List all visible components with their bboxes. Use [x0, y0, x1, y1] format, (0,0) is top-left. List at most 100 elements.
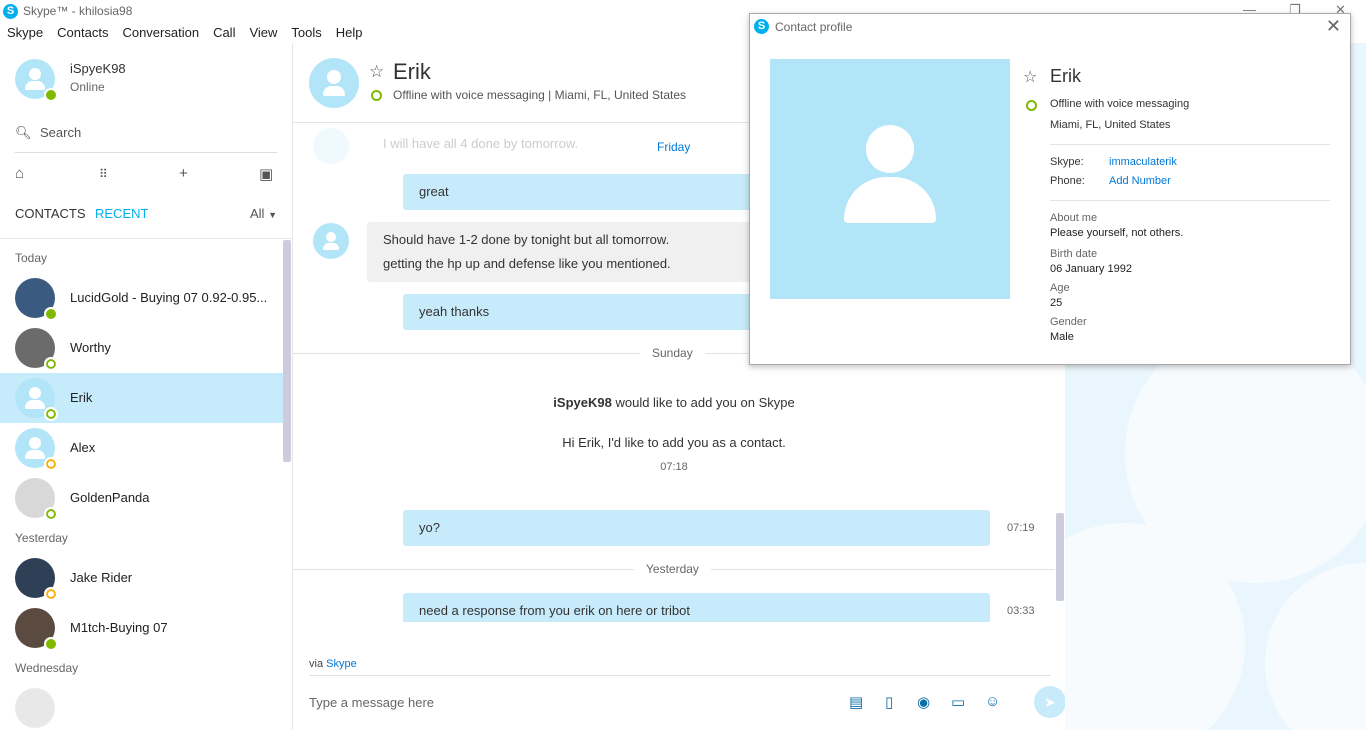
- contact-name: Worthy: [70, 340, 111, 355]
- filter-dropdown[interactable]: All ▼: [250, 206, 277, 221]
- message-composer: Type a message here ▤ ▯ ◉ ▭ ☺ ➤: [309, 675, 1066, 725]
- left-panel: iSpyeK98 Online 🔍︎ Search ⌂ ⠿ + ▣ CONTAC…: [0, 43, 293, 730]
- offline-status-icon: [371, 90, 382, 101]
- contact-avatar[interactable]: [309, 58, 359, 108]
- message-input[interactable]: Type a message here: [309, 695, 434, 710]
- away-status-icon: [44, 457, 58, 471]
- message-time: 07:19: [1007, 522, 1035, 534]
- list-item-worthy[interactable]: Worthy: [0, 323, 283, 373]
- offline-status-icon: [44, 357, 58, 371]
- gender-value: Male: [1050, 331, 1074, 343]
- avatar: [313, 223, 349, 259]
- menu-help[interactable]: Help: [329, 24, 370, 43]
- menu-contacts[interactable]: Contacts: [50, 24, 115, 43]
- list-item-lucidgold[interactable]: LucidGold - Buying 07 0.92-0.95...: [0, 273, 283, 323]
- send-icon: ➤: [1044, 694, 1056, 710]
- avatar: [15, 608, 58, 651]
- request-note: Hi Erik, I'd like to add you as a contac…: [562, 435, 786, 450]
- message-incoming[interactable]: Should have 1-2 done by tonight but all …: [367, 222, 767, 282]
- via-label: via Skype: [309, 658, 357, 670]
- menu-skype[interactable]: Skype: [0, 24, 50, 43]
- menu-tools[interactable]: Tools: [284, 24, 328, 43]
- list-item-m1tch[interactable]: M1tch-Buying 07: [0, 603, 283, 653]
- list-item-goldenpanda[interactable]: GoldenPanda: [0, 473, 283, 523]
- my-status[interactable]: Online: [70, 80, 105, 94]
- contact-name: GoldenPanda: [70, 490, 150, 505]
- my-profile[interactable]: iSpyeK98 Online: [15, 59, 126, 102]
- favorite-star-icon[interactable]: ☆: [369, 62, 384, 82]
- contact-name: Erik: [70, 390, 93, 405]
- request-text: would like to add you on Skype: [615, 395, 795, 410]
- tab-recent[interactable]: RECENT: [95, 206, 148, 221]
- menu-call[interactable]: Call: [206, 24, 242, 43]
- decor-circle: [1265, 563, 1366, 730]
- profile-status: Offline with voice messaging: [1050, 98, 1190, 110]
- divider: [1050, 144, 1330, 145]
- my-name: iSpyeK98: [70, 61, 126, 76]
- bot-icon[interactable]: ▣: [259, 165, 273, 183]
- online-status-icon: [44, 637, 58, 651]
- list-item-alex[interactable]: Alex: [0, 423, 283, 473]
- about-value: Please yourself, not others.: [1050, 227, 1184, 239]
- day-label-friday: Friday: [645, 140, 703, 154]
- file-icon[interactable]: ▯: [885, 693, 893, 711]
- contact-name-header[interactable]: Erik: [393, 59, 431, 85]
- list-item[interactable]: [0, 683, 283, 730]
- nav-icons: ⌂ ⠿ + ▣: [15, 165, 277, 185]
- add-number-link[interactable]: Add Number: [1109, 175, 1171, 187]
- message-outgoing[interactable]: yeah thanks: [403, 294, 763, 330]
- avatar: [15, 478, 58, 521]
- video-message-icon[interactable]: ◉: [917, 693, 930, 711]
- recent-list: Today LucidGold - Buying 07 0.92-0.95...…: [0, 243, 283, 730]
- contact-name: Jake Rider: [70, 570, 133, 585]
- media-icon[interactable]: ▤: [849, 693, 863, 711]
- send-button[interactable]: ➤: [1034, 686, 1066, 718]
- add-icon[interactable]: +: [179, 165, 188, 182]
- age-label: Age: [1050, 282, 1070, 294]
- favorite-star-icon[interactable]: ☆: [1023, 67, 1037, 87]
- tab-contacts[interactable]: CONTACTS: [15, 206, 86, 221]
- via-skype-link[interactable]: Skype: [326, 658, 357, 670]
- search-icon: 🔍︎: [15, 125, 32, 140]
- divider: [1050, 200, 1330, 201]
- skype-name-link[interactable]: immaculaterik: [1109, 156, 1177, 168]
- close-icon[interactable]: ✕: [1326, 16, 1341, 37]
- contact-card-icon[interactable]: ▭: [951, 693, 965, 711]
- phone-label: Phone:: [1050, 175, 1085, 187]
- contact-list-scrollbar[interactable]: [283, 240, 291, 462]
- search-box[interactable]: 🔍︎ Search: [15, 119, 277, 153]
- offline-status-icon: [44, 507, 58, 521]
- avatar: [313, 128, 349, 164]
- message-outgoing[interactable]: great: [403, 174, 763, 210]
- gender-label: Gender: [1050, 316, 1087, 328]
- skype-logo-icon: S: [754, 19, 769, 34]
- message-outgoing[interactable]: yo?: [403, 510, 990, 546]
- message-outgoing[interactable]: need a response from you erik on here or…: [403, 593, 990, 622]
- my-avatar[interactable]: [15, 59, 58, 102]
- avatar: [15, 328, 58, 371]
- avatar: [15, 558, 58, 601]
- menu-view[interactable]: View: [242, 24, 284, 43]
- faded-message: I will have all 4 done by tomorrow.: [383, 136, 579, 151]
- dialpad-icon[interactable]: ⠿: [99, 167, 108, 181]
- menu-conversation[interactable]: Conversation: [115, 24, 206, 43]
- profile-name: Erik: [1050, 66, 1081, 86]
- day-label-yesterday: Yesterday: [634, 562, 711, 576]
- message-time: 03:33: [1007, 605, 1035, 617]
- online-status-icon: [44, 307, 58, 321]
- avatar: [15, 278, 58, 321]
- window-title: Skype™ - khilosia98: [23, 4, 133, 18]
- via-text: via: [309, 658, 324, 670]
- online-status-icon: [44, 88, 58, 102]
- dialog-title: Contact profile: [775, 20, 853, 34]
- profile-picture: [770, 59, 1010, 299]
- list-item-erik[interactable]: Erik: [0, 373, 283, 423]
- search-input[interactable]: Search: [40, 125, 81, 140]
- about-label: About me: [1050, 212, 1098, 224]
- list-item-jake-rider[interactable]: Jake Rider: [0, 553, 283, 603]
- conversation-scrollbar[interactable]: [1056, 513, 1064, 601]
- contact-name: M1tch-Buying 07: [70, 620, 168, 635]
- avatar: [15, 688, 55, 728]
- emoticon-icon[interactable]: ☺: [985, 693, 1000, 710]
- home-icon[interactable]: ⌂: [15, 165, 24, 182]
